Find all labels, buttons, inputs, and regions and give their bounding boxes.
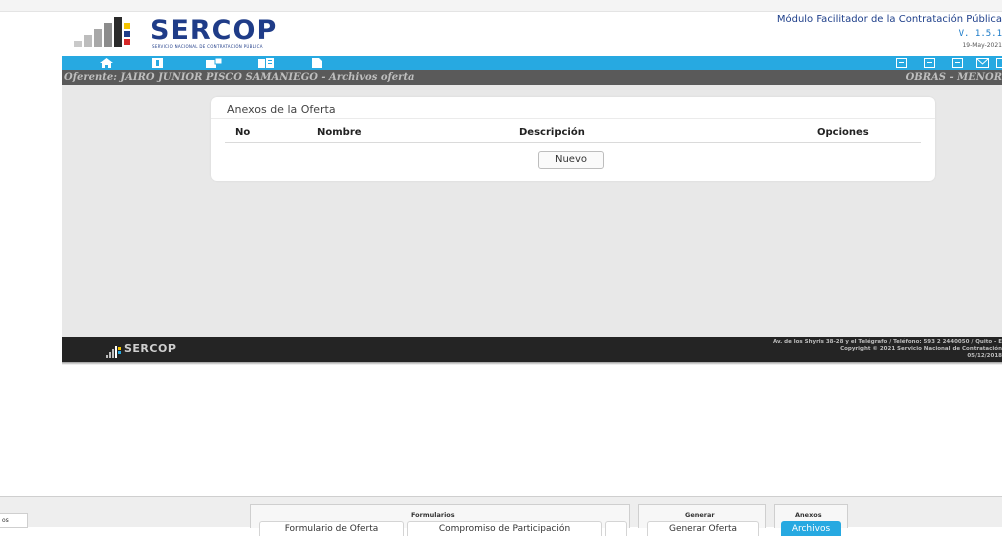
tab-formulario-oferta[interactable]: Formulario de Oferta (259, 521, 404, 536)
sercop-logo[interactable]: SERCOP SERVICIO NACIONAL DE CONTRATACIÓN… (74, 17, 324, 53)
footer-copyright: Copyright © 2021 Servicio Nacional de Co… (773, 346, 1002, 353)
divider (211, 118, 935, 119)
group-generar: Generar Generar Oferta (638, 504, 766, 528)
app-window: SERCOP SERVICIO NACIONAL DE CONTRATACIÓN… (0, 0, 1002, 527)
table-header-divider (225, 142, 921, 143)
book-icon[interactable] (152, 58, 163, 68)
logo-subtitle: SERVICIO NACIONAL DE CONTRATACIÓN PÚBLIC… (152, 44, 263, 49)
footer-logo: SERCOP (106, 343, 122, 357)
logo-text: SERCOP (150, 15, 277, 46)
bottom-toolbar: os Formularios Formulario de Oferta Comp… (0, 496, 1002, 527)
list-icon[interactable] (258, 58, 274, 68)
form-icon[interactable] (896, 58, 907, 68)
form-icon[interactable] (924, 58, 935, 68)
panel-title: Anexos de la Oferta (227, 103, 336, 116)
browser-top-strip (0, 0, 1002, 12)
context-title-bar: Oferente: JAIRO JUNIOR PISCO SAMANIEGO -… (62, 70, 1002, 85)
page-footer: SERCOP Av. de los Shyris 38-28 y el Telé… (62, 337, 1002, 362)
footer-address: Av. de los Shyris 38-28 y el Telégrafo /… (773, 339, 1002, 360)
tab-archivos[interactable]: Archivos (781, 521, 841, 536)
main-content: Anexos de la Oferta No Nombre Descripció… (62, 85, 1002, 337)
form-icon[interactable] (952, 58, 963, 68)
mail-icon[interactable] (976, 58, 989, 68)
process-type: OBRAS - MENOR (906, 72, 1002, 83)
footer-logo-text: SERCOP (124, 342, 176, 355)
form-icon[interactable] (996, 58, 1002, 68)
footer-address-line: Av. de los Shyris 38-28 y el Telégrafo /… (773, 339, 1002, 346)
column-header-descripcion: Descripción (519, 127, 585, 138)
email-icon[interactable] (206, 58, 222, 68)
module-title: Módulo Facilitador de la Contratación Pú… (777, 14, 1002, 25)
column-header-no: No (235, 127, 250, 138)
side-tab[interactable]: os (0, 513, 28, 528)
group-label-anexos: Anexos (795, 511, 822, 519)
new-attachment-button[interactable]: Nuevo (538, 151, 604, 169)
group-anexos: Anexos Archivos (774, 504, 848, 528)
logo-mark-icon (74, 17, 134, 51)
bidder-title: Oferente: JAIRO JUNIOR PISCO SAMANIEGO -… (64, 72, 415, 83)
group-label-generar: Generar (685, 511, 715, 519)
main-navbar (62, 56, 1002, 70)
footer-shadow (62, 362, 1002, 365)
tab-formularios-extra[interactable] (605, 521, 627, 536)
column-header-nombre: Nombre (317, 127, 362, 138)
document-icon[interactable] (312, 58, 322, 68)
generate-offer-button[interactable]: Generar Oferta (647, 521, 759, 536)
tab-compromiso-participacion[interactable]: Compromiso de Participación (407, 521, 602, 536)
attachments-panel: Anexos de la Oferta No Nombre Descripció… (211, 97, 935, 181)
page-header: SERCOP SERVICIO NACIONAL DE CONTRATACIÓN… (62, 13, 1002, 55)
header-date: 19-May-2021 (962, 42, 1002, 49)
footer-logo-mark-icon (106, 346, 122, 358)
version-label: V. 1.5.1 (959, 29, 1002, 39)
column-header-opciones: Opciones (817, 127, 869, 138)
group-formularios: Formularios Formulario de Oferta Comprom… (250, 504, 630, 528)
group-label-formularios: Formularios (411, 511, 455, 519)
home-icon[interactable] (100, 58, 113, 68)
footer-date: 05/12/2018 (773, 353, 1002, 360)
